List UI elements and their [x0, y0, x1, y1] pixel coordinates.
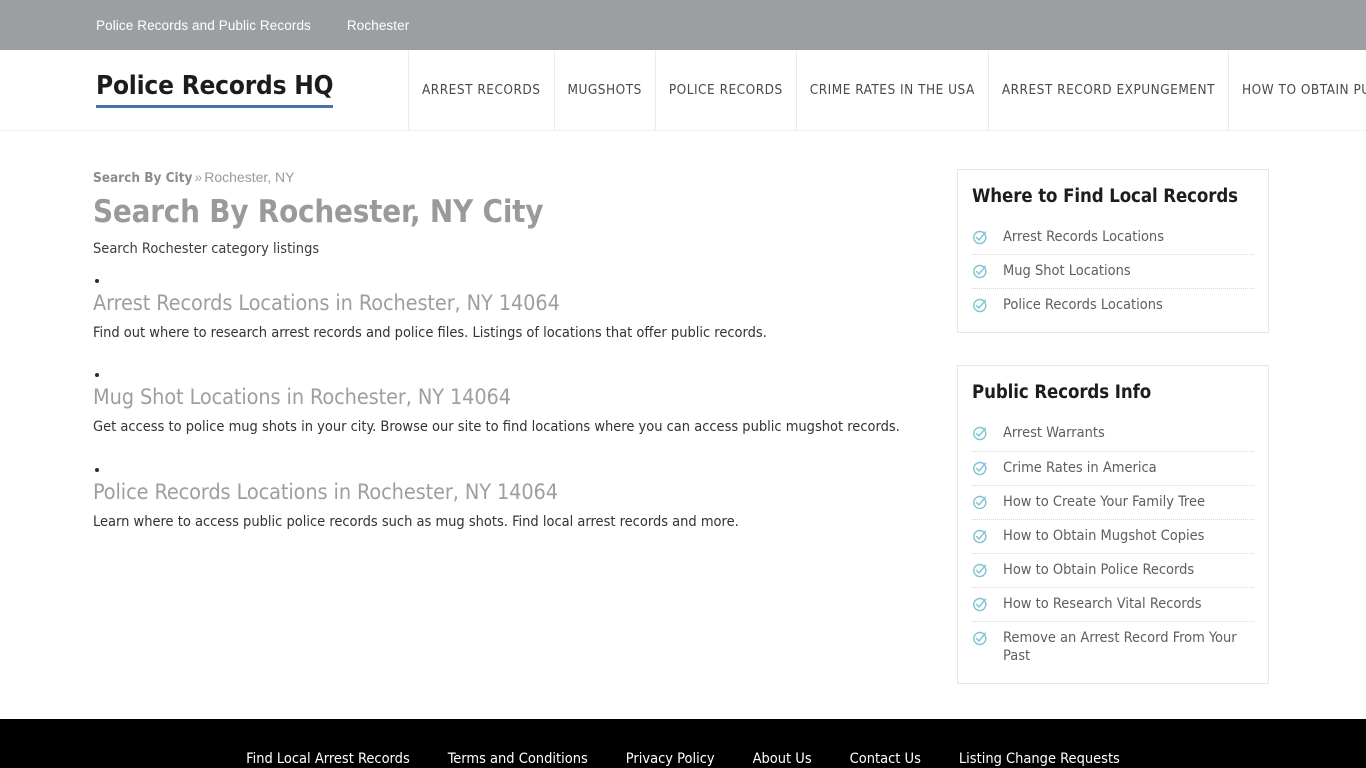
listing-link-police-records[interactable]: Police Records Locations in Rochester, N… [93, 480, 558, 505]
content-container: Search By City» Rochester, NY Search By R… [93, 131, 1273, 716]
check-circle-icon [972, 494, 989, 511]
check-circle-icon [972, 596, 989, 613]
nav-item-arrest-records[interactable]: ARREST RECORDS [408, 50, 554, 130]
check-circle-icon [972, 297, 989, 314]
check-circle-icon [972, 229, 989, 246]
bullet-icon [95, 467, 99, 472]
breadcrumb-link-search-by-city[interactable]: Search By City [93, 170, 192, 186]
listing-description: Find out where to research arrest record… [93, 325, 767, 342]
listing-heading: Mug Shot Locations in Rochester, NY 1406… [93, 385, 933, 410]
sidebar-item-label[interactable]: Arrest Warrants [1003, 424, 1105, 442]
list-item: Police Records Locations in Rochester, N… [93, 467, 933, 532]
sidebar-panel-title: Public Records Info [972, 382, 1152, 404]
check-circle-icon [972, 460, 989, 477]
site-header: Police Records HQ ARREST RECORDS MUGSHOT… [0, 50, 1366, 131]
check-circle-icon [972, 425, 989, 442]
site-footer: Find Local Arrest Records Terms and Cond… [0, 719, 1366, 768]
sidebar-item-label[interactable]: Arrest Records Locations [1003, 228, 1164, 246]
main-column: Search By City» Rochester, NY Search By R… [93, 131, 933, 716]
check-circle-icon [972, 630, 989, 647]
page-content: Search By City» Rochester, NY Search By R… [0, 131, 1366, 719]
sidebar-item-police-records-locations[interactable]: Police Records Locations [972, 289, 1254, 322]
sidebar-panel-where-to-find-local-records: Where to Find Local Records Arrest Recor… [957, 169, 1269, 334]
list-item: Mug Shot Locations in Rochester, NY 1406… [93, 373, 933, 437]
sidebar-item-mug-shot-locations[interactable]: Mug Shot Locations [972, 255, 1254, 290]
check-circle-icon [972, 528, 989, 545]
sidebar-item-how-to-obtain-police-records[interactable]: How to Obtain Police Records [972, 554, 1254, 588]
sidebar-item-label[interactable]: Remove an Arrest Record From Your Past [1003, 629, 1254, 665]
sidebar-item-arrest-records-locations[interactable]: Arrest Records Locations [972, 221, 1254, 256]
listing-heading: Arrest Records Locations in Rochester, N… [93, 291, 933, 316]
footer-link-contact-us[interactable]: Contact Us [850, 751, 921, 768]
footer-link-privacy-policy[interactable]: Privacy Policy [626, 751, 715, 768]
nav-item-police-records[interactable]: POLICE RECORDS [654, 50, 796, 130]
nav-item-how-to-obtain-public-records[interactable]: HOW TO OBTAIN PUBLIC RECORDS [1227, 50, 1366, 130]
sidebar-item-how-to-create-family-tree[interactable]: How to Create Your Family Tree [972, 486, 1254, 520]
page-root: Police Records and Public Records Roches… [0, 0, 1366, 768]
footer-link-listing-change-requests[interactable]: Listing Change Requests [959, 751, 1120, 768]
breadcrumb-separator: » [194, 169, 203, 185]
sidebar-item-remove-arrest-record[interactable]: Remove an Arrest Record From Your Past [972, 622, 1254, 673]
sidebar-panel-title: Where to Find Local Records [972, 186, 1238, 207]
sidebar-item-how-to-research-vital-records[interactable]: How to Research Vital Records [972, 588, 1254, 623]
nav-item-mugshots[interactable]: MUGSHOTS [553, 50, 655, 130]
listing-link-mug-shot[interactable]: Mug Shot Locations in Rochester, NY 1406… [93, 385, 511, 410]
category-listing: Arrest Records Locations in Rochester, N… [93, 279, 933, 532]
sidebar-item-label[interactable]: Crime Rates in America [1003, 459, 1157, 477]
check-circle-icon [972, 562, 989, 579]
primary-navigation: ARREST RECORDS MUGSHOTS POLICE RECORDS C… [408, 50, 1366, 130]
listing-description: Learn where to access public police reco… [93, 513, 739, 530]
bullet-icon [95, 373, 99, 378]
sidebar-panel-public-records-info: Public Records Info Arrest Warrants Crim… [957, 365, 1269, 685]
sidebar-item-label[interactable]: How to Obtain Police Records [1003, 561, 1194, 579]
brand-wrapper: Police Records HQ [0, 50, 408, 130]
page-title: Search By Rochester, NY City [93, 194, 544, 230]
nav-item-arrest-record-expungement[interactable]: ARREST RECORD EXPUNGEMENT [987, 50, 1228, 130]
sidebar-item-label[interactable]: How to Obtain Mugshot Copies [1003, 527, 1204, 545]
sidebar-item-label[interactable]: Mug Shot Locations [1003, 262, 1131, 280]
listing-link-arrest-records[interactable]: Arrest Records Locations in Rochester, N… [93, 291, 560, 316]
nav-item-crime-rates-usa[interactable]: CRIME RATES IN THE USA [795, 50, 988, 130]
sidebar-panel-list: Arrest Warrants Crime Rates in America H… [972, 417, 1254, 673]
sidebar-item-how-to-obtain-mugshot-copies[interactable]: How to Obtain Mugshot Copies [972, 520, 1254, 554]
page-subtitle: Search Rochester category listings [93, 241, 320, 258]
bullet-icon [95, 279, 99, 284]
footer-link-about-us[interactable]: About Us [753, 751, 812, 768]
topbar-link-police-records[interactable]: Police Records and Public Records [96, 18, 311, 33]
check-circle-icon [972, 263, 989, 280]
listing-heading: Police Records Locations in Rochester, N… [93, 480, 933, 505]
sidebar-item-label[interactable]: How to Research Vital Records [1003, 595, 1202, 613]
topbar-link-rochester[interactable]: Rochester [347, 18, 409, 33]
breadcrumb-current: Rochester, NY [204, 169, 295, 185]
footer-link-find-local-arrest-records[interactable]: Find Local Arrest Records [246, 751, 410, 768]
footer-link-terms-and-conditions[interactable]: Terms and Conditions [448, 751, 588, 768]
footer-navigation: Find Local Arrest Records Terms and Cond… [227, 751, 1139, 768]
breadcrumb: Search By City» Rochester, NY [93, 169, 933, 186]
sidebar-item-label[interactable]: How to Create Your Family Tree [1003, 493, 1205, 511]
sidebar-item-crime-rates-in-america[interactable]: Crime Rates in America [972, 452, 1254, 486]
sidebar-panel-list: Arrest Records Locations Mug Shot Locati… [972, 221, 1254, 322]
sidebar-item-label[interactable]: Police Records Locations [1003, 296, 1163, 314]
site-logo[interactable]: Police Records HQ [96, 72, 334, 109]
sidebar: Where to Find Local Records Arrest Recor… [957, 131, 1269, 716]
listing-description: Get access to police mug shots in your c… [93, 419, 900, 436]
list-item: Arrest Records Locations in Rochester, N… [93, 279, 933, 343]
top-utility-bar: Police Records and Public Records Roches… [0, 0, 1366, 50]
sidebar-item-arrest-warrants[interactable]: Arrest Warrants [972, 417, 1254, 452]
